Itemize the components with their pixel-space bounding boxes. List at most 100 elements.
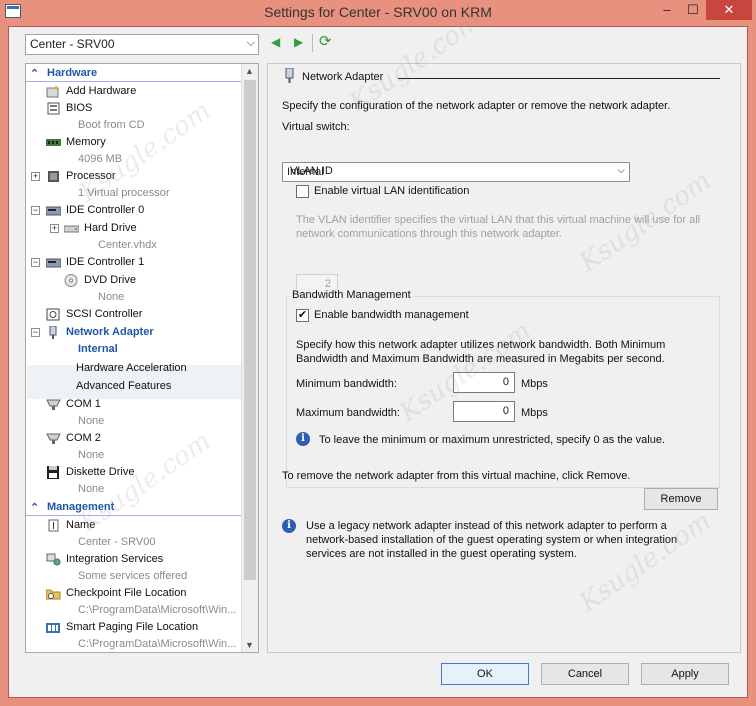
scroll-up-icon[interactable]: ▲ bbox=[245, 66, 254, 76]
next-arrow-icon[interactable]: ▶ bbox=[294, 35, 303, 49]
processor-subtext: 1 Virtual processor bbox=[78, 187, 170, 199]
com2-label: COM 2 bbox=[66, 432, 101, 444]
vm-selector-value: Center - SRV00 bbox=[30, 37, 115, 51]
advanced-features-label: Advanced Features bbox=[76, 380, 172, 392]
bandwidth-description-line2: Bandwidth and Maximum Bandwidth are meas… bbox=[296, 353, 665, 365]
integration-services-subtext: Some services offered bbox=[78, 570, 188, 582]
com-port-icon bbox=[46, 399, 61, 410]
refresh-icon[interactable]: ⟳ bbox=[319, 32, 332, 50]
checkpoint-subtext: C:\ProgramData\Microsoft\Win... bbox=[78, 604, 237, 616]
close-button[interactable]: ✕ bbox=[706, 0, 752, 20]
network-adapter-subtext: Internal bbox=[78, 343, 118, 355]
remove-instruction: To remove the network adapter from this … bbox=[282, 470, 631, 482]
hardware-header-label: Hardware bbox=[47, 67, 98, 79]
scsi-label: SCSI Controller bbox=[66, 308, 143, 320]
network-adapter-icon bbox=[285, 68, 294, 83]
hard-drive-expand-icon[interactable]: + bbox=[50, 224, 59, 233]
name-subtext: Center - SRV00 bbox=[78, 536, 156, 548]
smart-paging-label: Smart Paging File Location bbox=[66, 621, 199, 633]
legacy-info-line2: network-based installation of the guest … bbox=[306, 534, 678, 546]
maximum-bandwidth-label: Maximum bandwidth: bbox=[296, 407, 400, 419]
vlan-description-line1: The VLAN identifier specifies the virtua… bbox=[296, 214, 701, 226]
collapse-chevron-icon: ⌃ bbox=[30, 68, 40, 80]
com-port-icon bbox=[46, 433, 61, 444]
minimize-button[interactable]: – bbox=[654, 0, 680, 20]
dvd-drive-subtext: None bbox=[98, 291, 125, 303]
scsi-controller-icon bbox=[46, 308, 60, 321]
apply-button[interactable]: Apply bbox=[641, 663, 729, 685]
bandwidth-enable-label[interactable]: Enable bandwidth management bbox=[314, 309, 469, 321]
toolbar-divider bbox=[312, 34, 313, 52]
bios-subtext: Boot from CD bbox=[78, 119, 145, 131]
remove-button[interactable]: Remove bbox=[644, 488, 718, 510]
processor-icon bbox=[48, 171, 59, 182]
diskette-label: Diskette Drive bbox=[66, 466, 135, 478]
maximize-button[interactable]: ☐ bbox=[680, 0, 706, 20]
info-icon: i bbox=[296, 432, 310, 446]
pane-title-rule bbox=[398, 78, 720, 79]
network-adapter-label: Network Adapter bbox=[66, 326, 154, 338]
legacy-info-line1: Use a legacy network adapter instead of … bbox=[306, 520, 667, 532]
ide1-label: IDE Controller 1 bbox=[66, 256, 145, 268]
ide0-collapse-icon[interactable]: − bbox=[31, 206, 40, 215]
ok-button[interactable]: OK bbox=[441, 663, 529, 685]
ide-controller-icon bbox=[46, 206, 61, 216]
vlan-enable-checkbox[interactable] bbox=[296, 185, 309, 198]
diskette-subtext: None bbox=[78, 483, 105, 495]
scroll-down-icon[interactable]: ▼ bbox=[245, 640, 254, 650]
name-tag-icon bbox=[48, 519, 59, 532]
diskette-icon bbox=[47, 466, 59, 479]
processor-label: Processor bbox=[66, 170, 116, 182]
title-bar[interactable]: Settings for Center - SRV00 on KRM – ☐ ✕ bbox=[0, 0, 756, 26]
pane-description: Specify the configuration of the network… bbox=[282, 100, 671, 112]
bandwidth-enable-checkbox[interactable]: ✔ bbox=[296, 309, 309, 322]
com2-subtext: None bbox=[78, 449, 105, 461]
hardware-section-header[interactable]: ⌃ Hardware bbox=[26, 66, 242, 82]
checkpoint-folder-icon bbox=[46, 589, 61, 600]
network-adapter-pane: Network Adapter Specify the configuratio… bbox=[267, 63, 741, 653]
memory-icon bbox=[46, 139, 61, 146]
processor-expand-icon[interactable]: + bbox=[31, 172, 40, 181]
chevron-down-icon: ⌵ bbox=[617, 165, 625, 176]
network-adapter-collapse-icon[interactable]: − bbox=[31, 328, 40, 337]
vlan-enable-label[interactable]: Enable virtual LAN identification bbox=[314, 185, 469, 197]
checkpoint-label: Checkpoint File Location bbox=[66, 587, 187, 599]
hard-drive-icon bbox=[64, 225, 79, 233]
hard-drive-subtext: Center.vhdx bbox=[98, 239, 157, 251]
ide-controller-icon bbox=[46, 258, 61, 268]
add-hardware-icon bbox=[46, 85, 59, 98]
tree-scrollbar[interactable]: ▲ ▼ bbox=[241, 64, 258, 652]
ide0-label: IDE Controller 0 bbox=[66, 204, 145, 216]
memory-subtext: 4096 MB bbox=[78, 153, 123, 165]
cancel-button[interactable]: Cancel bbox=[541, 663, 629, 685]
maximum-bandwidth-input[interactable]: 0 bbox=[453, 401, 515, 422]
add-hardware-label: Add Hardware bbox=[66, 85, 137, 97]
minimum-bandwidth-input[interactable]: 0 bbox=[453, 372, 515, 393]
smart-paging-subtext: C:\ProgramData\Microsoft\Win... bbox=[78, 638, 237, 650]
settings-window: Settings for Center - SRV00 on KRM – ☐ ✕… bbox=[0, 0, 756, 706]
bandwidth-group-label: Bandwidth Management bbox=[290, 289, 413, 301]
management-section-header[interactable]: ⌃ Management bbox=[26, 500, 242, 516]
previous-arrow-icon[interactable]: ◀ bbox=[271, 35, 280, 49]
smart-paging-icon bbox=[46, 623, 60, 633]
management-header-label: Management bbox=[47, 501, 115, 513]
vm-selector[interactable]: Center - SRV00 ⌵ bbox=[25, 34, 259, 55]
virtual-switch-select[interactable]: Internal ⌵ bbox=[282, 162, 630, 182]
pane-title: Network Adapter bbox=[302, 71, 384, 83]
minimum-bandwidth-unit: Mbps bbox=[521, 378, 548, 390]
ide1-collapse-icon[interactable]: − bbox=[31, 258, 40, 267]
window-client: Center - SRV00 ⌵ ◀ ▶ ⟳ ⌃ Hardware Add Ha… bbox=[8, 6, 748, 698]
bios-chip-icon bbox=[47, 102, 60, 115]
name-label: Name bbox=[66, 519, 96, 531]
dvd-drive-label: DVD Drive bbox=[84, 274, 136, 286]
collapse-chevron-icon: ⌃ bbox=[30, 502, 40, 514]
chevron-down-icon: ⌵ bbox=[246, 37, 255, 49]
info-icon: i bbox=[282, 519, 296, 533]
window-title: Settings for Center - SRV00 on KRM bbox=[264, 4, 492, 20]
legacy-info-line3: services are not installed in the guest … bbox=[306, 548, 577, 560]
scrollbar-thumb[interactable] bbox=[244, 80, 256, 580]
bandwidth-info-text: To leave the minimum or maximum unrestri… bbox=[319, 434, 666, 446]
minimum-bandwidth-label: Minimum bandwidth: bbox=[296, 378, 397, 390]
integration-services-icon bbox=[46, 553, 61, 566]
vlan-group-label: VLAN ID bbox=[290, 165, 333, 177]
